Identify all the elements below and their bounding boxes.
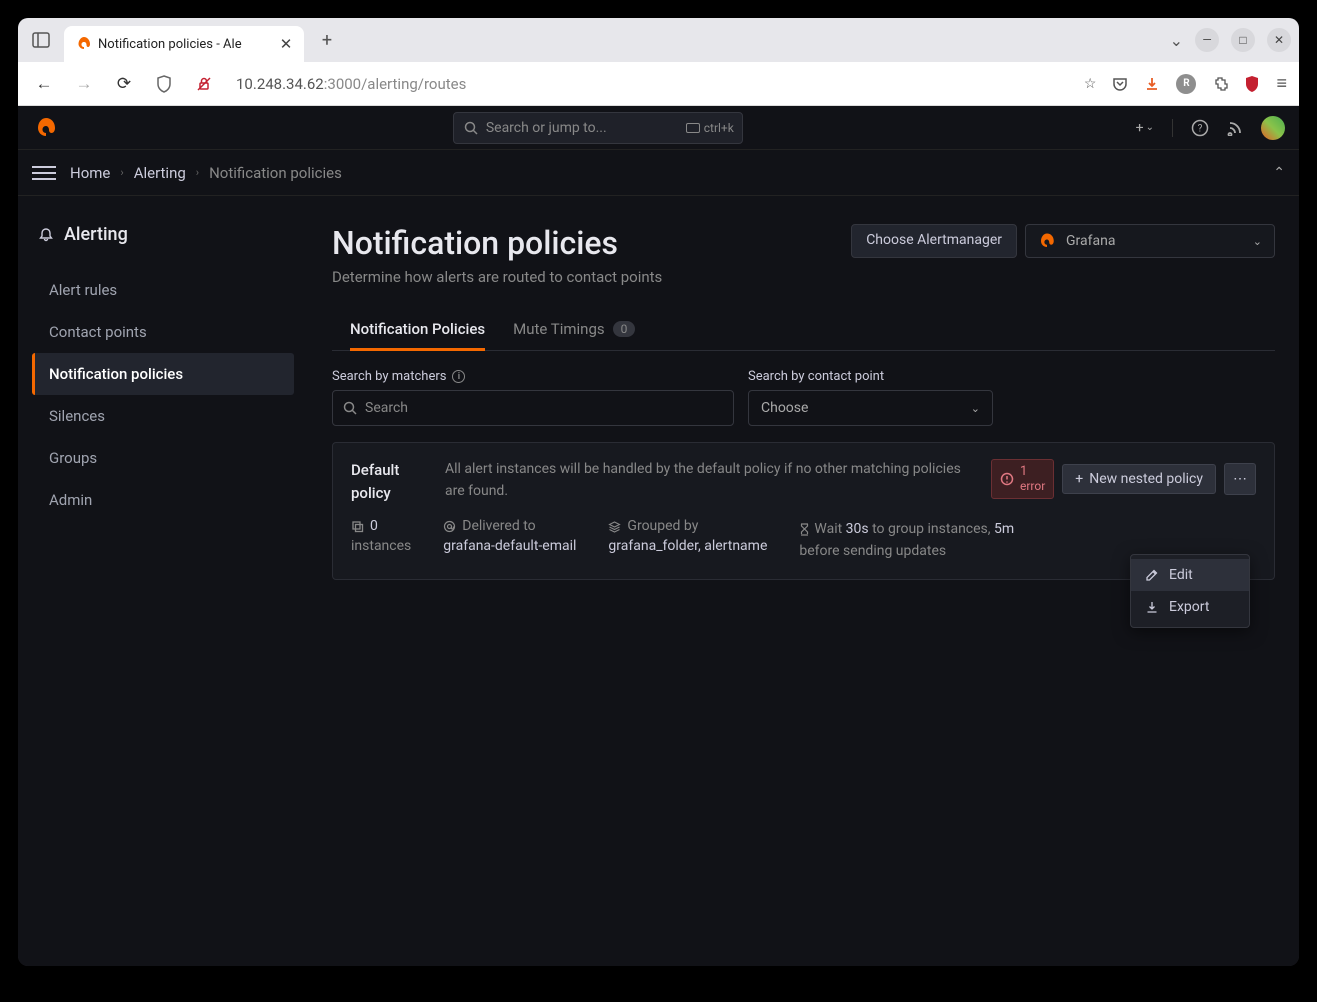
matchers-label: Search by matchers i [332,369,734,384]
rss-icon[interactable] [1227,120,1243,136]
tab-title: Notification policies - Ale [98,37,270,52]
choose-alertmanager-button[interactable]: Choose Alertmanager [851,224,1017,258]
sidebar-heading: Alerting [32,224,294,245]
grafana-app: Search or jump to... ctrl+k +⌄ ? [18,106,1299,966]
download-icon[interactable] [1144,76,1160,92]
browser-sidebar-icon[interactable] [26,25,56,55]
sidebar-item-silences[interactable]: Silences [32,395,294,437]
browser-url-bar: ← → ⟳ 10.248.34.62:3000/alerting/routes … [18,62,1299,106]
help-icon[interactable]: ? [1191,119,1209,137]
layers-icon [608,520,621,533]
menu-item-edit[interactable]: Edit [1131,559,1249,591]
pocket-icon[interactable] [1112,76,1128,92]
sidebar: Alerting Alert rules Contact points Noti… [18,196,308,966]
browser-menu-icon[interactable]: ≡ [1276,73,1287,94]
chevron-down-icon: ⌄ [971,402,980,415]
maximize-button[interactable]: □ [1231,28,1255,52]
sidebar-item-admin[interactable]: Admin [32,479,294,521]
browser-window: Notification policies - Ale ✕ + ⌄ — □ ✕ … [18,18,1299,966]
user-avatar[interactable] [1261,116,1285,140]
minimize-button[interactable]: — [1195,28,1219,52]
sidebar-item-notification-policies[interactable]: Notification policies [32,353,294,395]
edit-icon [1145,568,1159,582]
error-badge[interactable]: 1error [991,459,1054,499]
sidebar-item-contact-points[interactable]: Contact points [32,311,294,353]
info-icon[interactable]: i [452,370,465,383]
grafana-icon [1038,232,1056,250]
search-placeholder: Search or jump to... [486,120,607,136]
chevron-right-icon: › [196,166,199,179]
add-button[interactable]: +⌄ [1136,120,1154,136]
collapse-icon[interactable]: ⌃ [1273,165,1285,181]
new-nested-policy-button[interactable]: + New nested policy [1062,464,1216,494]
bookmark-icon[interactable]: ☆ [1084,76,1097,92]
browser-tab[interactable]: Notification policies - Ale ✕ [64,26,304,62]
lock-slash-icon[interactable] [190,70,218,98]
tab-notification-policies[interactable]: Notification Policies [350,310,485,351]
alert-icon [1000,472,1014,486]
sidebar-item-groups[interactable]: Groups [32,437,294,479]
breadcrumb-home[interactable]: Home [70,164,110,182]
policy-name: Default policy [351,459,421,504]
reload-button[interactable]: ⟳ [110,70,138,98]
close-window-button[interactable]: ✕ [1267,28,1291,52]
new-tab-button[interactable]: + [312,25,342,55]
policy-context-menu: Edit Export [1130,554,1250,628]
policy-description: All alert instances will be handled by t… [445,459,967,502]
contact-label: Search by contact point [748,369,993,384]
grafana-logo-icon[interactable] [32,114,60,142]
breadcrumb-bar: Home › Alerting › Notification policies … [18,150,1299,196]
page-title: Notification policies [332,224,618,262]
search-icon [343,401,357,415]
hourglass-icon [799,523,810,536]
browser-tab-bar: Notification policies - Ale ✕ + ⌄ — □ ✕ [18,18,1299,62]
export-icon [1145,600,1159,614]
breadcrumb: Home › Alerting › Notification policies [70,164,342,182]
nav-toggle-icon[interactable] [32,161,56,185]
global-search-input[interactable]: Search or jump to... ctrl+k [453,112,743,144]
page-description: Determine how alerts are routed to conta… [332,268,1275,286]
shield-icon[interactable] [150,70,178,98]
tab-list-icon[interactable]: ⌄ [1170,31,1183,50]
alertmanager-select[interactable]: Grafana ⌄ [1025,224,1275,258]
search-icon [464,121,478,135]
contact-point-select[interactable]: Choose ⌄ [748,390,993,426]
copy-icon [351,520,364,533]
breadcrumb-current: Notification policies [209,164,342,182]
bell-icon [38,227,54,243]
mute-count-badge: 0 [613,321,636,337]
url-field[interactable]: 10.248.34.62:3000/alerting/routes [230,75,1072,93]
extensions-icon[interactable] [1212,76,1228,92]
chevron-down-icon: ⌄ [1253,235,1262,248]
forward-button[interactable]: → [70,70,98,98]
svg-text:?: ? [1198,123,1203,134]
at-icon [443,520,456,533]
matchers-search-input[interactable]: Search [332,390,734,426]
more-actions-button[interactable]: ⋯ [1224,463,1256,495]
menu-item-export[interactable]: Export [1131,591,1249,623]
sidebar-item-alert-rules[interactable]: Alert rules [32,269,294,311]
content-tabs: Notification Policies Mute Timings 0 [332,310,1275,351]
app-header: Search or jump to... ctrl+k +⌄ ? [18,106,1299,150]
plus-icon: + [1075,471,1083,487]
chevron-right-icon: › [120,166,123,179]
breadcrumb-section[interactable]: Alerting [134,164,186,182]
back-button[interactable]: ← [30,70,58,98]
grafana-favicon-icon [76,36,92,52]
search-kbd-hint: ctrl+k [686,121,734,135]
ellipsis-icon: ⋯ [1233,471,1247,487]
ublock-icon[interactable] [1244,75,1260,93]
extension-badge-icon[interactable]: R [1176,74,1196,94]
tab-close-icon[interactable]: ✕ [276,34,296,54]
tab-mute-timings[interactable]: Mute Timings 0 [513,310,635,351]
